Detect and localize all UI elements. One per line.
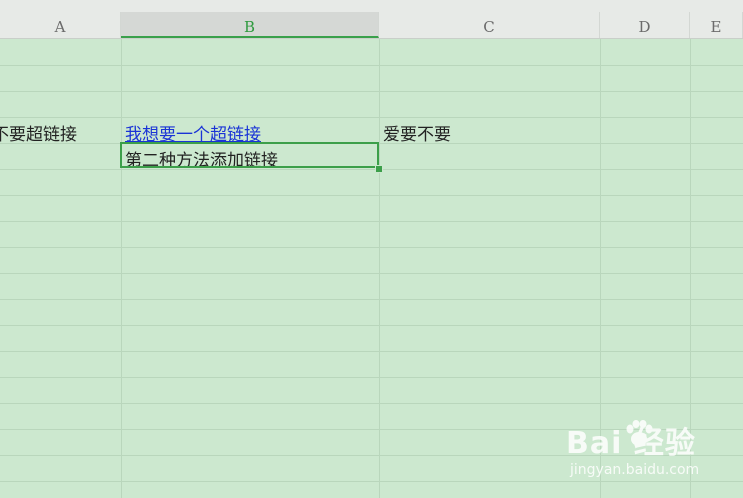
row-divider: [0, 247, 743, 248]
column-header-a[interactable]: A: [0, 12, 121, 38]
watermark-url: jingyan.baidu.com: [570, 462, 700, 478]
row-divider: [0, 221, 743, 222]
column-header-d[interactable]: D: [600, 12, 690, 38]
cell-a5[interactable]: 不要超链接: [0, 120, 77, 145]
column-header-bar: A B C D E: [0, 0, 743, 39]
row-divider: [0, 91, 743, 92]
paw-icon: [626, 420, 653, 446]
row-divider: [0, 377, 743, 378]
baidu-jingyan-watermark: Bai 经验 jingyan.baidu.com: [566, 418, 716, 488]
row-divider: [0, 299, 743, 300]
active-cell-border[interactable]: [120, 142, 379, 168]
row-divider: [0, 169, 743, 170]
row-divider: [0, 351, 743, 352]
column-header-b[interactable]: B: [121, 12, 379, 38]
column-divider: [379, 39, 380, 498]
fill-handle[interactable]: [375, 165, 383, 173]
column-header-c[interactable]: C: [379, 12, 600, 38]
column-header-e[interactable]: E: [690, 12, 743, 38]
row-divider: [0, 195, 743, 196]
row-divider: [0, 273, 743, 274]
row-divider: [0, 325, 743, 326]
row-divider: [0, 65, 743, 66]
row-divider: [0, 403, 743, 404]
column-divider: [121, 39, 122, 498]
row-divider: [0, 117, 743, 118]
cell-c5[interactable]: 爱要不要: [383, 120, 451, 145]
